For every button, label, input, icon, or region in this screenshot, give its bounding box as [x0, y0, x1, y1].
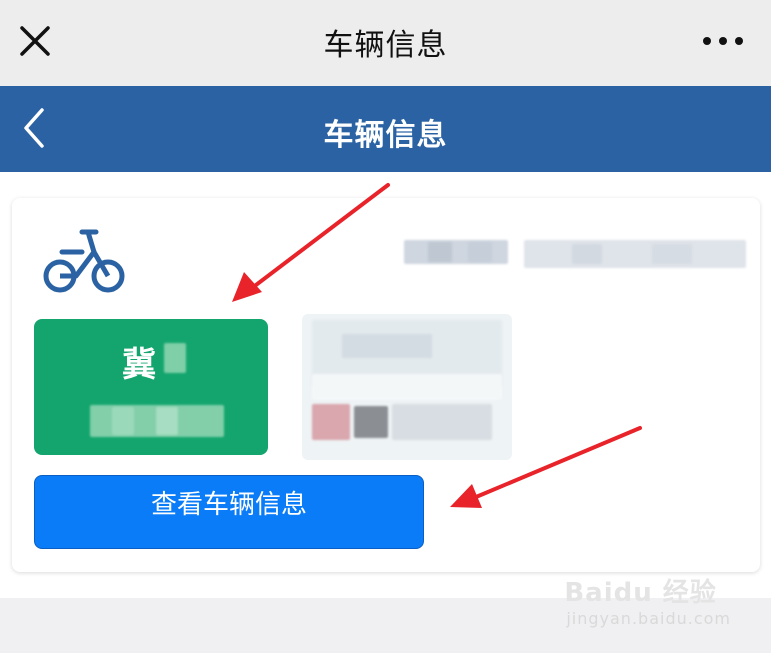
arrow-to-plate — [232, 183, 390, 302]
arrow-to-button — [450, 426, 642, 508]
annotation-arrows — [232, 183, 642, 508]
